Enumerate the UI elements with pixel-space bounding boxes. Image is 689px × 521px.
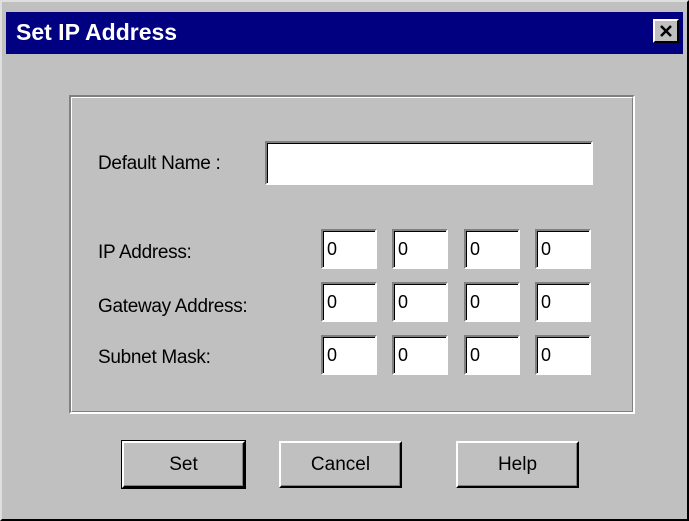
ip-address-octet-4[interactable]: [535, 229, 591, 269]
close-icon: [660, 25, 672, 37]
subnet-mask-octet-2[interactable]: [392, 335, 448, 375]
ip-address-octet-2[interactable]: [392, 229, 448, 269]
gateway-address-octet-1[interactable]: [321, 282, 377, 322]
subnet-mask-octet-3[interactable]: [464, 335, 520, 375]
gateway-address-octet-2[interactable]: [392, 282, 448, 322]
default-name-label: Default Name :: [98, 153, 221, 174]
gateway-address-label: Gateway Address:: [98, 296, 248, 317]
default-name-field[interactable]: [265, 141, 593, 185]
cancel-button[interactable]: Cancel: [279, 441, 402, 488]
close-button[interactable]: [653, 19, 679, 43]
ip-address-octet-3[interactable]: [464, 229, 520, 269]
set-ip-address-dialog: Set IP Address Default Name : IP Address…: [0, 0, 689, 521]
ip-address-label: IP Address:: [98, 242, 192, 263]
gateway-address-octet-3[interactable]: [464, 282, 520, 322]
subnet-mask-label: Subnet Mask:: [98, 347, 211, 368]
help-button[interactable]: Help: [456, 441, 579, 488]
ip-address-octet-1[interactable]: [321, 229, 377, 269]
subnet-mask-octet-1[interactable]: [321, 335, 377, 375]
set-button[interactable]: Set: [121, 440, 246, 489]
window-title: Set IP Address: [16, 19, 178, 45]
gateway-address-octet-4[interactable]: [535, 282, 591, 322]
subnet-mask-octet-4[interactable]: [535, 335, 591, 375]
title-bar[interactable]: Set IP Address: [6, 12, 683, 54]
